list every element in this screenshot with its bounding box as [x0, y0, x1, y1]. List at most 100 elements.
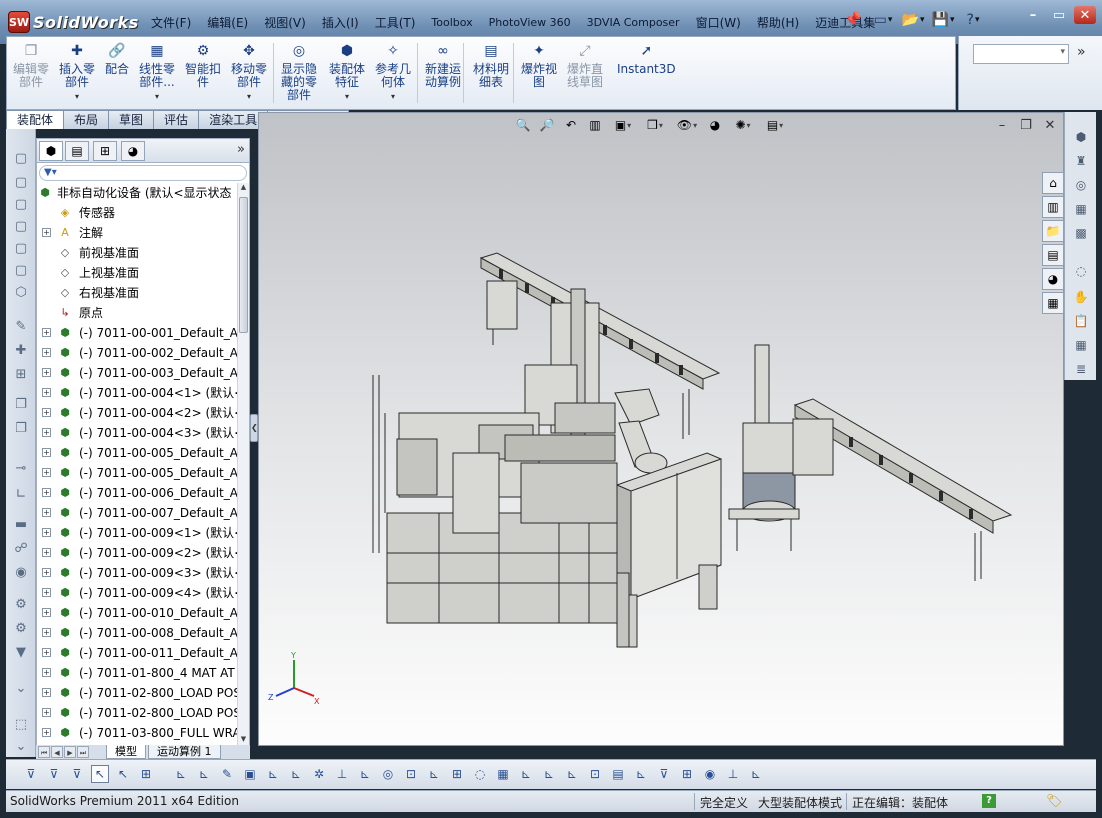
display-style-icon[interactable]: ❒	[642, 116, 668, 134]
tree-item[interactable]: + ⬢ (-) 7011-00-004<2> (默认<	[37, 403, 237, 423]
mate-button[interactable]: 🔗 配合	[105, 41, 129, 76]
chevron-down-icon[interactable]: ▾	[155, 90, 159, 103]
instant3d-button[interactable]: ➚ Instant3D	[617, 41, 676, 76]
expand-icon[interactable]: +	[42, 228, 51, 237]
scrollbar-thumb[interactable]	[239, 197, 248, 333]
expand-icon[interactable]: +	[42, 688, 51, 697]
tree-item[interactable]: + ⬢ (-) 7011-00-006_Default_As	[37, 483, 237, 503]
tree-item[interactable]: + A 注解	[37, 223, 237, 243]
tree-item[interactable]: + ⬢ (-) 7011-00-004<1> (默认<	[37, 383, 237, 403]
exploded-view-button[interactable]: ✦ 爆炸视图	[521, 41, 557, 89]
expand-icon[interactable]: +	[42, 608, 51, 617]
open-folder-icon[interactable]: 📂	[902, 10, 924, 30]
close-icon[interactable]: ✕	[1042, 118, 1058, 133]
hide-show-icon[interactable]: 👁	[674, 116, 700, 134]
filter-tool-icon[interactable]: ⊥	[724, 765, 742, 783]
file-explorer-icon[interactable]: 📁	[1042, 220, 1064, 242]
view-settings-icon[interactable]: ▤	[762, 116, 788, 134]
component-icon[interactable]: ⬢	[1072, 128, 1090, 146]
filter-tool-icon[interactable]: ⊾	[264, 765, 282, 783]
first-tab-icon[interactable]: ⏮	[38, 746, 50, 758]
filter-tool-icon[interactable]: ✲	[310, 765, 328, 783]
custom-properties-icon[interactable]: ▦	[1042, 292, 1064, 314]
expand-icon[interactable]: +	[42, 488, 51, 497]
tree-root[interactable]: ⬢ 非标自动化设备 (默认<显示状态	[37, 183, 237, 203]
dimension-icon[interactable]: ✚	[12, 341, 30, 359]
save-icon[interactable]: 💾	[932, 10, 954, 30]
expand-icon[interactable]: +	[42, 568, 51, 577]
tab-1[interactable]: 布局	[63, 110, 110, 129]
expand-icon[interactable]: +	[42, 368, 51, 377]
filter-tool-icon[interactable]: ▣	[241, 765, 259, 783]
graphics-area[interactable]	[258, 112, 1064, 746]
zoom-fit-icon[interactable]: 🔍	[514, 116, 532, 134]
expand-icon[interactable]: +	[42, 708, 51, 717]
expand-icon[interactable]: +	[42, 628, 51, 637]
tree-item[interactable]: ↳ 原点	[37, 303, 237, 323]
menu-composer[interactable]: 3DVIA Composer	[582, 14, 685, 32]
grid-icon[interactable]: ▦	[1072, 336, 1090, 354]
library-icon[interactable]: ▦	[1072, 200, 1090, 218]
appearances-icon[interactable]: ◕	[1042, 268, 1064, 290]
tree-item[interactable]: + ⬢ (-) 7011-00-009<4> (默认<	[37, 583, 237, 603]
tree-item[interactable]: + ⬢ (-) 7011-00-009<1> (默认<	[37, 523, 237, 543]
menu-help[interactable]: 帮助(H)	[752, 14, 804, 32]
tree-item[interactable]: + ⬢ (-) 7011-00-003_Default_As	[37, 363, 237, 383]
insert-component-button[interactable]: ✚ 插入零 部件 ▾	[59, 41, 95, 103]
edit-component-button[interactable]: ❐ 编辑零 部件	[13, 41, 49, 89]
tree-item[interactable]: + ⬢ (-) 7011-03-800_FULL WRAI	[37, 723, 237, 743]
menu-insert[interactable]: 插入(I)	[317, 14, 364, 32]
tree-scrollbar[interactable]: ▲ ▼	[237, 183, 249, 747]
chevron-down-icon[interactable]: ⌄	[12, 679, 30, 697]
filter-tool-icon[interactable]: ⊾	[747, 765, 765, 783]
model-tab-1[interactable]: 运动算例 1	[148, 745, 221, 759]
gear-icon[interactable]: ⚙	[12, 619, 30, 637]
expand-icon[interactable]: +	[42, 328, 51, 337]
filter-tool-icon[interactable]: ⊽	[68, 765, 86, 783]
pin-icon[interactable]: 📌	[842, 10, 864, 30]
filter-tool-icon[interactable]: ◉	[701, 765, 719, 783]
filter-tool-icon[interactable]: ⊞	[678, 765, 696, 783]
filter-tool-icon[interactable]: ⊾	[195, 765, 213, 783]
maximize-icon[interactable]: ▭	[1048, 6, 1070, 24]
linear-pattern-button[interactable]: ▦ 线性零 部件... ▾	[139, 41, 175, 103]
menu-view[interactable]: 视图(V)	[259, 14, 311, 32]
box-icon[interactable]: ▢	[12, 173, 30, 191]
filter-tool-icon[interactable]: ⊞	[448, 765, 466, 783]
new-motion-button[interactable]: ∞ 新建运 动算例	[425, 41, 461, 89]
reference-geometry-button[interactable]: ✧ 参考几 何体 ▾	[375, 41, 411, 103]
sketch-icon[interactable]: ✎	[12, 317, 30, 335]
filter-tool-icon[interactable]: ⊽	[45, 765, 63, 783]
bom-button[interactable]: ▤ 材料明 细表	[473, 41, 509, 89]
structure-icon[interactable]: ☍	[12, 539, 30, 557]
filter-tool-icon[interactable]: ⊽	[22, 765, 40, 783]
property-manager-tab-icon[interactable]: ▤	[65, 141, 89, 161]
tree-item[interactable]: + ⬢ (-) 7011-02-800_LOAD POS	[37, 683, 237, 703]
plugin-icon[interactable]: ◌	[1072, 262, 1090, 280]
close-window-icon[interactable]: ✕	[1074, 6, 1096, 24]
expand-icon[interactable]: +	[42, 528, 51, 537]
menu-toolbox[interactable]: Toolbox	[426, 14, 477, 32]
smart-fasteners-button[interactable]: ⚙ 智能扣件	[185, 41, 221, 89]
tree-item[interactable]: + ⬢ (-) 7011-00-011_Default_As	[37, 643, 237, 663]
expand-icon[interactable]: +	[42, 408, 51, 417]
filter-tool-icon[interactable]: ◌	[471, 765, 489, 783]
menu-photoview[interactable]: PhotoView 360	[484, 14, 576, 32]
tag-icon[interactable]: 🏷	[1046, 794, 1063, 809]
stack-icon[interactable]: ≣	[1072, 360, 1090, 378]
tree-item[interactable]: ◇ 前视基准面	[37, 243, 237, 263]
tree-filter-input[interactable]: ▼▾	[39, 165, 247, 181]
tree-item[interactable]: ◈ 传感器	[37, 203, 237, 223]
tree-item[interactable]: + ⬢ (-) 7011-00-005_Default_As	[37, 463, 237, 483]
expand-icon[interactable]: +	[42, 508, 51, 517]
chevron-right-icon[interactable]: »	[237, 142, 245, 157]
chevron-right-icon[interactable]: »	[1077, 44, 1086, 60]
record-icon[interactable]: ◎	[1072, 176, 1090, 194]
expand-icon[interactable]: +	[42, 428, 51, 437]
assembly-features-button[interactable]: ⬢ 装配体 特征 ▾	[329, 41, 365, 103]
expand-icon[interactable]: +	[42, 468, 51, 477]
design-library-icon[interactable]: ▥	[1042, 196, 1064, 218]
expand-icon[interactable]: +	[42, 728, 51, 737]
globe-icon[interactable]: ◉	[12, 563, 30, 581]
tree-item[interactable]: + ⬢ (-) 7011-00-007_Default_As	[37, 503, 237, 523]
